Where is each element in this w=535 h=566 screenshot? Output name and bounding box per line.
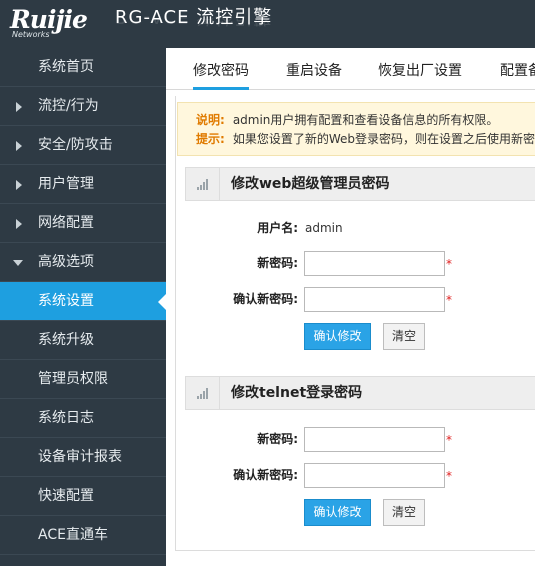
notice-tip: 提示: 如果您设置了新的Web登录密码，则在设置之后使用新密码重新登录 — [196, 131, 535, 147]
telnet-new-password-input[interactable] — [304, 427, 445, 452]
sidebar-item-label: 高级选项 — [38, 254, 94, 270]
triangle-right-icon — [16, 219, 22, 229]
notice-box: 说明: admin用户拥有配置和查看设备信息的所有权限。 提示: 如果您设置了新的W… — [177, 102, 535, 156]
sidebar-item-label: 管理员权限 — [38, 371, 108, 387]
tab-bar: 修改密码 重启设备 恢复出厂设置 配置备份 — [166, 48, 535, 90]
required-mark: * — [446, 433, 452, 447]
section-title: 修改telnet登录密码 — [231, 385, 363, 401]
telnet-confirm-password-label: 确认新密码: — [233, 468, 298, 482]
web-confirm-password-label: 确认新密码: — [233, 292, 298, 306]
section-divider — [219, 377, 220, 409]
username-label: 用户名: — [257, 221, 298, 235]
main-content: 修改密码 重启设备 恢复出厂设置 配置备份 说明: admin用户拥有配置和查看设… — [166, 48, 535, 566]
telnet-confirm-password-input[interactable] — [304, 463, 445, 488]
notice-description-text: admin用户拥有配置和查看设备信息的所有权限。 — [232, 113, 499, 127]
username-value: admin — [305, 221, 343, 235]
logo-subtext: Networks — [12, 30, 50, 39]
notice-description: 说明: admin用户拥有配置和查看设备信息的所有权限。 — [196, 112, 498, 128]
sidebar-item-network-config[interactable]: 网络配置 — [0, 204, 166, 243]
sidebar-item-ace-express[interactable]: ACE直通车 — [0, 516, 166, 555]
app-header: Ruijie Networks RG-ACE 流控引擎 RG-ACE 流控引擎 — [0, 0, 535, 48]
telnet-clear-button[interactable]: 清空 — [383, 499, 425, 526]
sidebar-item-system-upgrade[interactable]: 系统升级 — [0, 321, 166, 360]
tab-config-backup[interactable]: 配置备份 — [500, 48, 535, 90]
sidebar-item-label: 快速配置 — [38, 488, 94, 504]
sidebar-item-advanced-options[interactable]: 高级选项 — [0, 243, 166, 282]
sidebar-item-system-log[interactable]: 系统日志 — [0, 399, 166, 438]
sidebar-nav: 系统首页 流控/行为 安全/防攻击 用户管理 网络配置 高级选项 系统设置 系统… — [0, 48, 166, 566]
tab-change-password[interactable]: 修改密码 — [193, 48, 249, 90]
signal-bars-icon — [197, 387, 211, 399]
sidebar-item-label: 网络配置 — [38, 215, 94, 231]
app-title-reflection: RG-ACE 流控引擎 — [115, 16, 273, 27]
web-confirm-password-input[interactable] — [304, 287, 445, 312]
triangle-down-icon — [13, 260, 23, 266]
sidebar-item-security[interactable]: 安全/防攻击 — [0, 126, 166, 165]
notice-tip-key: 提示: — [196, 132, 225, 146]
sidebar-item-home[interactable]: 系统首页 — [0, 48, 166, 87]
required-mark: * — [446, 469, 452, 483]
notice-description-key: 说明: — [196, 113, 225, 127]
ruijie-logo: Ruijie Networks — [10, 6, 105, 40]
sidebar-item-label: 用户管理 — [38, 176, 94, 192]
telnet-confirm-change-button[interactable]: 确认修改 — [304, 499, 371, 526]
sidebar-item-label: 设备审计报表 — [38, 449, 122, 465]
sidebar-item-label: 流控/行为 — [38, 98, 99, 114]
sidebar-item-flow-control[interactable]: 流控/行为 — [0, 87, 166, 126]
section-web-password-header: 修改web超级管理员密码 — [185, 167, 535, 201]
telnet-new-password-label: 新密码: — [257, 432, 298, 446]
required-mark: * — [446, 293, 452, 307]
sidebar-item-label: 系统升级 — [38, 332, 94, 348]
required-mark: * — [446, 257, 452, 271]
sidebar-item-quick-config[interactable]: 快速配置 — [0, 477, 166, 516]
tab-restart-device[interactable]: 重启设备 — [286, 48, 342, 90]
web-new-password-label: 新密码: — [257, 256, 298, 270]
web-clear-button[interactable]: 清空 — [383, 323, 425, 350]
web-confirm-change-button[interactable]: 确认修改 — [304, 323, 371, 350]
sidebar-item-user-management[interactable]: 用户管理 — [0, 165, 166, 204]
section-title: 修改web超级管理员密码 — [231, 176, 390, 192]
sidebar-item-label: 安全/防攻击 — [38, 137, 113, 153]
notice-tip-text: 如果您设置了新的Web登录密码，则在设置之后使用新密码重新登录 — [232, 132, 535, 146]
signal-bars-icon — [197, 178, 211, 190]
section-telnet-password-header: 修改telnet登录密码 — [185, 376, 535, 410]
triangle-right-icon — [16, 180, 22, 190]
sidebar-item-label: 系统首页 — [38, 59, 94, 75]
sidebar-item-label: 系统设置 — [38, 293, 94, 309]
section-divider — [219, 168, 220, 200]
sidebar-item-system-settings[interactable]: 系统设置 — [0, 282, 166, 321]
sidebar-item-admin-permissions[interactable]: 管理员权限 — [0, 360, 166, 399]
tab-factory-reset[interactable]: 恢复出厂设置 — [378, 48, 462, 90]
triangle-right-icon — [16, 141, 22, 151]
sidebar-item-audit-report[interactable]: 设备审计报表 — [0, 438, 166, 477]
sidebar-item-label: ACE直通车 — [38, 527, 108, 543]
web-new-password-input[interactable] — [304, 251, 445, 276]
sidebar-item-label: 系统日志 — [38, 410, 94, 426]
triangle-right-icon — [16, 102, 22, 112]
